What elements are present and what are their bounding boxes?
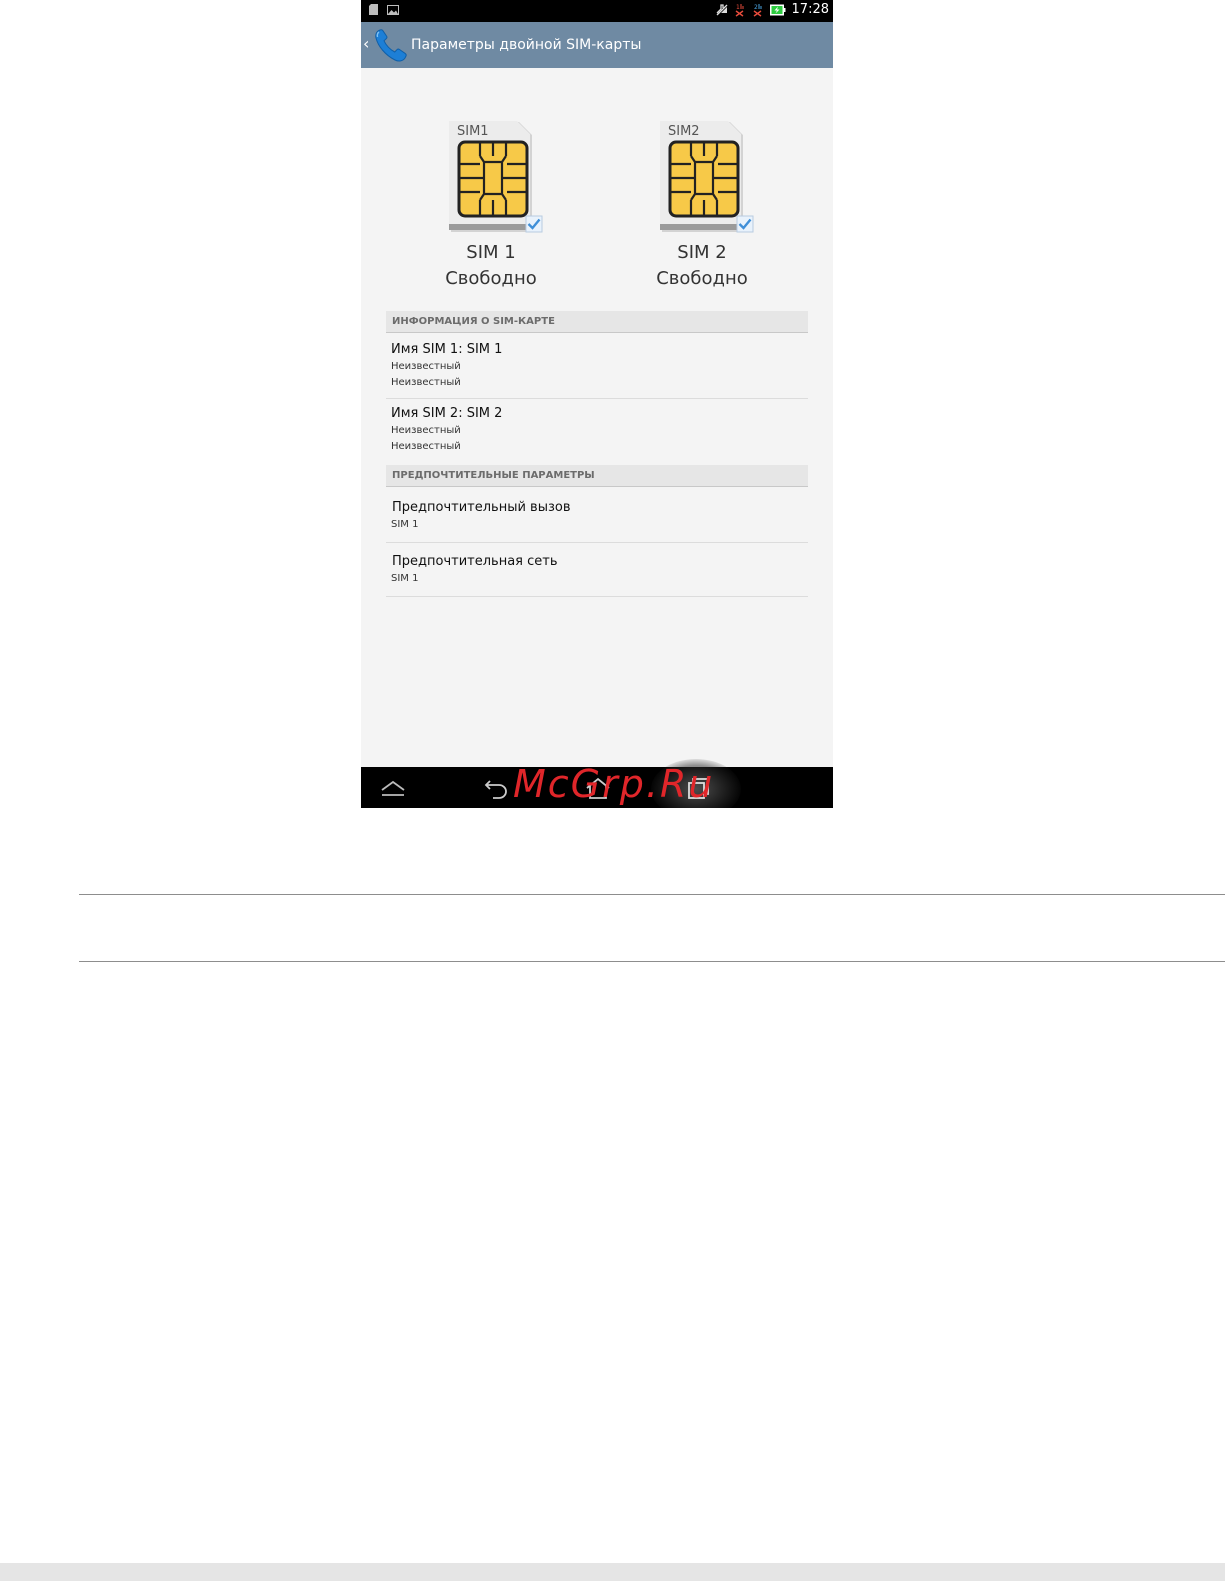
sim-card-icon: SIM1: [449, 121, 543, 233]
image-icon: [387, 4, 399, 15]
sim-card-icon: SIM2: [660, 121, 754, 233]
phone-icon[interactable]: [371, 25, 411, 65]
list-item-title: Имя SIM 1: SIM 1: [391, 342, 503, 357]
list-item-preferred-network[interactable]: Предпочтительная сеть SIM 1: [386, 543, 808, 597]
no-signal-sim2-icon: 2: [753, 3, 762, 17]
sim-card-label: SIM2: [668, 124, 700, 139]
divider: [79, 961, 1225, 962]
list-item-sim2-name[interactable]: Имя SIM 2: SIM 2 Неизвестный Неизвестный: [386, 399, 808, 464]
sim-name: SIM 2: [677, 242, 727, 263]
page-footer-band: [0, 1563, 1225, 1581]
recent-apps-icon[interactable]: [683, 775, 713, 801]
action-bar: ‹ Параметры двойной SIM-карты: [361, 22, 833, 68]
navigation-bar: [361, 759, 833, 808]
list-item-value: SIM 1: [391, 519, 419, 530]
sim-status: Свободно: [656, 268, 748, 289]
list-item-subtitle: Неизвестный: [391, 361, 461, 372]
sim1-card[interactable]: SIM1 SIM 1 Свободно: [391, 120, 591, 292]
section-header-preferences: ПРЕДПОЧТИТЕЛЬНЫЕ ПАРАМЕТРЫ: [386, 465, 808, 487]
sim2-card[interactable]: SIM2 SIM 2 Свободно: [602, 120, 802, 292]
status-bar: 1 2 17:28: [361, 0, 833, 22]
list-item-subtitle: Неизвестный: [391, 441, 461, 452]
sim-status: Свободно: [445, 268, 537, 289]
list-item-title: Предпочтительный вызов: [392, 500, 571, 515]
list-item-title: Предпочтительная сеть: [392, 554, 558, 569]
list-item-title: Имя SIM 2: SIM 2: [391, 406, 503, 421]
section-header-sim-info: ИНФОРМАЦИЯ О SIM-КАРТЕ: [386, 311, 808, 333]
battery-charging-icon: [769, 4, 786, 15]
svg-text:2: 2: [754, 4, 758, 11]
phone-screen: 1 2 17:28 ‹ Параметры двойной SIM-карты …: [361, 0, 833, 808]
list-item-preferred-call[interactable]: Предпочтительный вызов SIM 1: [386, 488, 808, 543]
list-item-subtitle: Неизвестный: [391, 425, 461, 436]
no-signal-sim1-icon: 1: [735, 3, 744, 17]
list-item-value: SIM 1: [391, 573, 419, 584]
mute-icon: [716, 3, 727, 15]
home-icon[interactable]: [583, 775, 613, 801]
sd-card-icon: [369, 4, 378, 15]
back-icon[interactable]: [481, 775, 511, 801]
divider: [79, 894, 1225, 895]
sim-card-label: SIM1: [457, 124, 489, 139]
svg-text:1: 1: [736, 4, 740, 11]
hide-keyboard-icon[interactable]: [378, 775, 408, 801]
list-item-sim1-name[interactable]: Имя SIM 1: SIM 1 Неизвестный Неизвестный: [386, 334, 808, 399]
page-title: Параметры двойной SIM-карты: [411, 37, 642, 53]
up-navigation-button[interactable]: ‹: [363, 34, 369, 54]
sim-name: SIM 1: [466, 242, 516, 263]
list-item-subtitle: Неизвестный: [391, 377, 461, 388]
status-time: 17:28: [791, 2, 829, 17]
